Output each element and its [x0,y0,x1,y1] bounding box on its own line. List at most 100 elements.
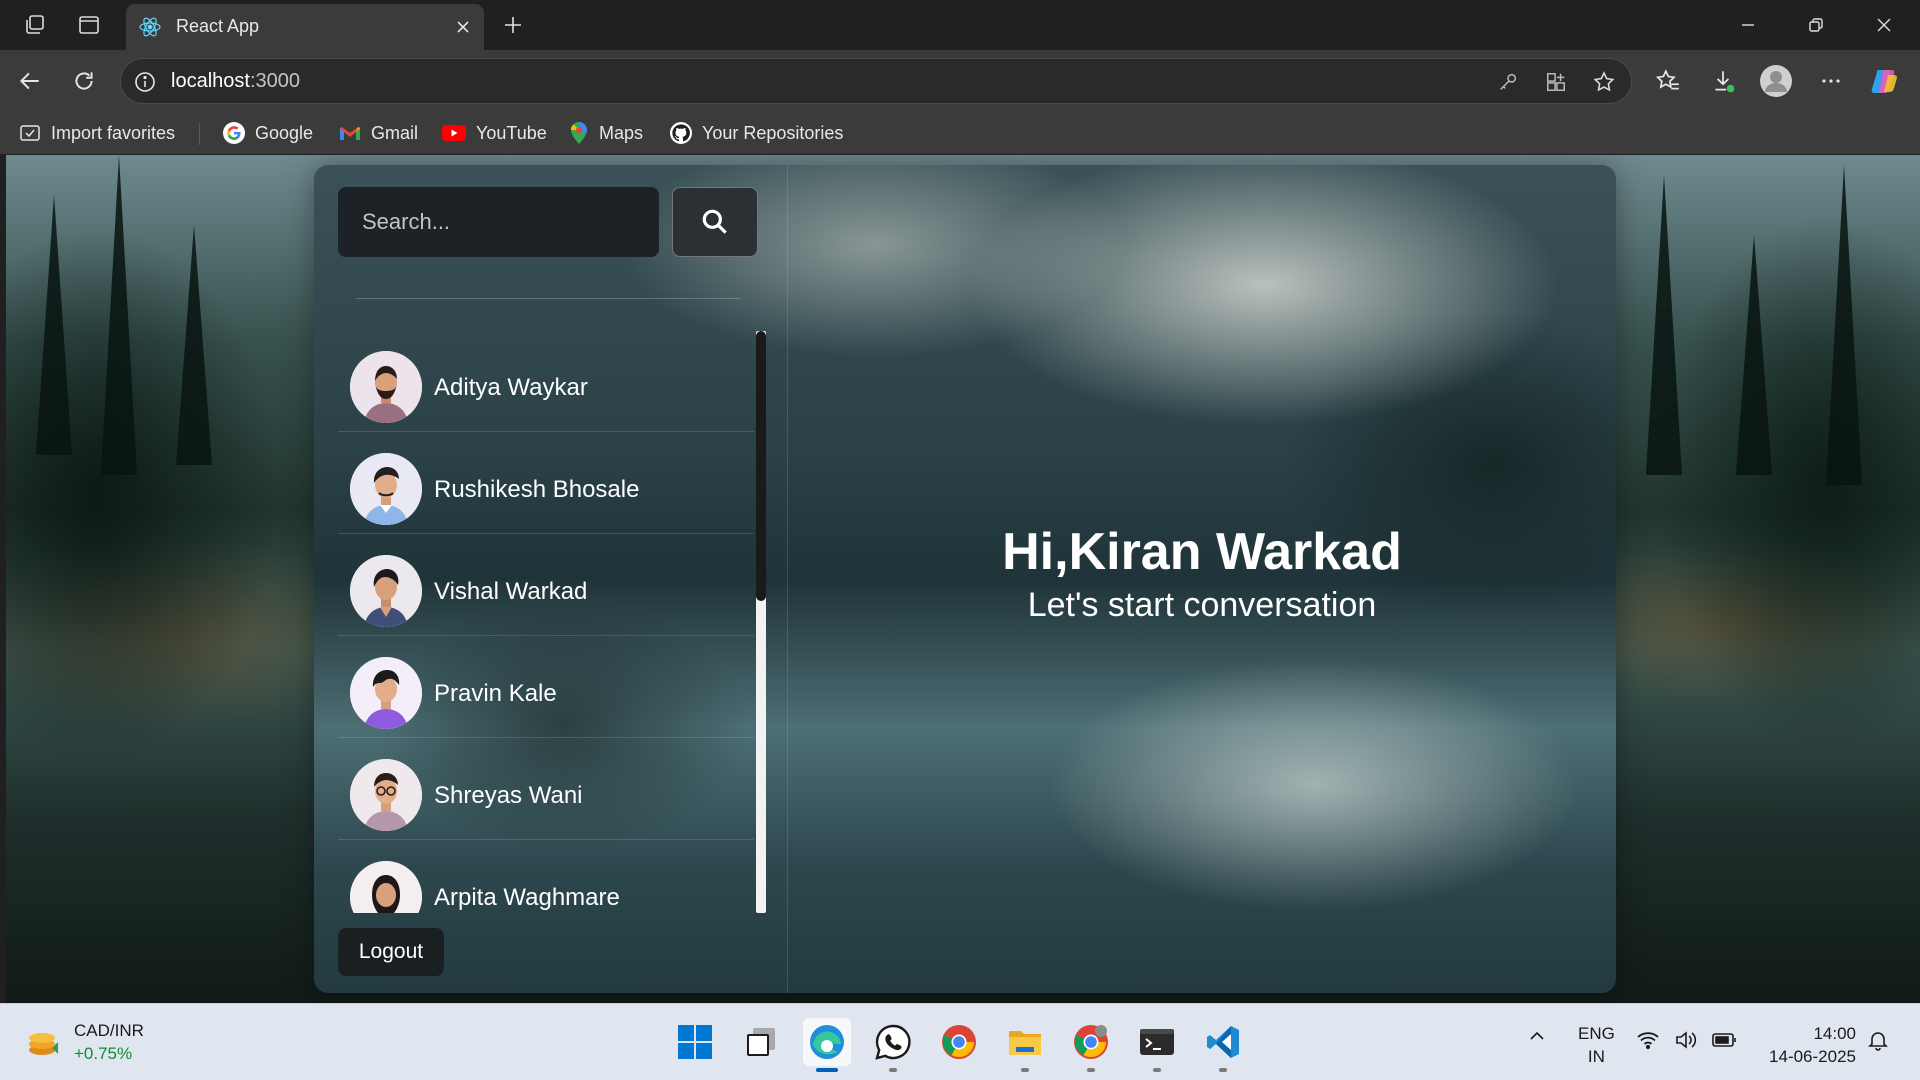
show-hidden-icons[interactable] [1527,1026,1547,1052]
contacts-sidebar: Aditya Waykar Rushikesh Bhosale Vishal W… [314,165,788,993]
bookmark-youtube[interactable]: YouTube [441,120,547,146]
bookmark-label: YouTube [476,122,547,143]
app-available-icon[interactable] [1543,69,1569,95]
region-code: IN [1587,1047,1605,1066]
avatar [350,759,422,831]
new-tab-button[interactable] [498,10,528,40]
bookmark-label: Import favorites [51,122,176,143]
browser-tab-bar: React App [0,0,1920,50]
favorites-icon[interactable] [1651,64,1685,98]
tab-react-app[interactable]: React App [126,4,484,50]
file-explorer-icon[interactable] [1001,1018,1049,1072]
refresh-button[interactable] [67,64,101,98]
bookmark-label: Your Repositories [702,122,844,143]
youtube-icon [442,125,466,141]
running-indicator [1153,1068,1161,1072]
search-input[interactable] [338,187,659,257]
contact-item[interactable]: Shreyas Wani [338,738,754,840]
running-indicator [1219,1068,1227,1072]
downloads-icon[interactable] [1706,64,1740,98]
volume-icon[interactable] [1674,1030,1698,1056]
windows-taskbar: CAD/INR +0.75% ENG IN 14:00 14-06-2025 [0,1003,1920,1080]
google-icon [223,122,245,144]
avatar [350,453,422,525]
bookmark-import-favorites[interactable]: Import favorites [18,120,175,146]
vertical-tabs-icon[interactable] [74,10,104,40]
greeting-subtitle: Let's start conversation [1027,585,1377,624]
contact-item[interactable]: Arpita Waghmare [338,840,754,913]
react-icon [138,15,162,39]
key-icon[interactable] [1495,69,1521,95]
bookmark-label: Maps [599,122,644,143]
contact-list[interactable]: Aditya Waykar Rushikesh Bhosale Vishal W… [338,330,754,913]
bookmark-gmail[interactable]: Gmail [338,120,418,146]
page-viewport: Aditya Waykar Rushikesh Bhosale Vishal W… [6,155,1920,1003]
contact-name: Aditya Waykar [434,374,588,401]
search-button[interactable] [672,187,758,257]
contact-name: Vishal Warkad [434,578,588,605]
avatar [350,555,422,627]
welcome-panel: Hi,Kiran Warkad Let's start conversation [788,525,1616,625]
contact-name: Shreyas Wani [434,782,583,809]
contact-item[interactable]: Rushikesh Bhosale [338,432,754,534]
restore-button[interactable] [1796,10,1836,40]
terminal-icon[interactable] [1133,1018,1181,1072]
address-bar[interactable]: localhost:3000 [120,58,1632,104]
wifi-icon[interactable] [1636,1030,1660,1056]
sidebar-divider [356,298,740,299]
running-indicator [1087,1068,1095,1072]
search-icon [702,209,727,234]
copilot-icon[interactable] [1868,64,1902,98]
contact-item[interactable]: Vishal Warkad [338,534,754,636]
maps-pin-icon [571,122,587,144]
favorite-star-icon[interactable] [1591,69,1617,95]
url-text: localhost:3000 [171,70,300,92]
ticker-symbol: CAD/INR [74,1021,144,1040]
close-tab-icon[interactable] [452,16,474,38]
logout-button[interactable]: Logout [338,928,444,976]
workspaces-icon[interactable] [20,10,50,40]
more-options-icon[interactable] [1814,64,1848,98]
minimize-button[interactable] [1728,10,1768,40]
back-button[interactable] [13,64,47,98]
background-tree [176,225,212,465]
currency-widget[interactable]: CAD/INR +0.75% [26,1019,144,1065]
site-info-icon[interactable] [133,70,157,94]
whatsapp-icon[interactable] [869,1018,917,1072]
background-tree [1826,165,1862,485]
tab-title: React App [176,16,260,36]
vscode-icon[interactable] [1199,1018,1247,1072]
chrome-profile-icon[interactable] [1067,1018,1115,1072]
contact-item[interactable]: Pravin Kale [338,636,754,738]
running-indicator [1021,1068,1029,1072]
clock[interactable]: 14:00 14-06-2025 [1758,1022,1856,1068]
contact-item[interactable]: Aditya Waykar [338,330,754,432]
background-tree [101,155,137,475]
browser-toolbar: localhost:3000 [0,50,1920,112]
background-tree [1646,175,1682,475]
contact-list-scrollbar[interactable] [756,331,766,913]
close-window-button[interactable] [1864,10,1904,40]
bookmark-label: Gmail [371,122,419,143]
edge-icon[interactable] [803,1018,851,1072]
contact-name: Arpita Waghmare [434,884,620,911]
bookmark-your-repositories[interactable]: Your Repositories [669,120,843,146]
language-code: ENG [1578,1024,1615,1043]
task-view-icon[interactable] [737,1018,785,1066]
start-icon[interactable] [671,1018,719,1066]
greeting-heading: Hi,Kiran Warkad [1002,523,1402,581]
import-icon [20,125,40,141]
github-icon [670,122,692,144]
chrome-icon[interactable] [935,1018,983,1066]
language-indicator[interactable]: ENG IN [1578,1022,1615,1068]
avatar [350,351,422,423]
avatar [350,657,422,729]
battery-icon[interactable] [1712,1031,1738,1055]
chat-app-container: Aditya Waykar Rushikesh Bhosale Vishal W… [314,165,1616,993]
profile-avatar-icon[interactable] [1759,64,1793,98]
bookmarks-bar: Import favorites Google Gmail YouTube Ma… [0,112,1920,154]
bookmark-google[interactable]: Google [222,120,313,146]
notifications-icon[interactable] [1866,1028,1890,1058]
scrollbar-thumb[interactable] [756,331,766,601]
bookmark-maps[interactable]: Maps [568,120,643,146]
